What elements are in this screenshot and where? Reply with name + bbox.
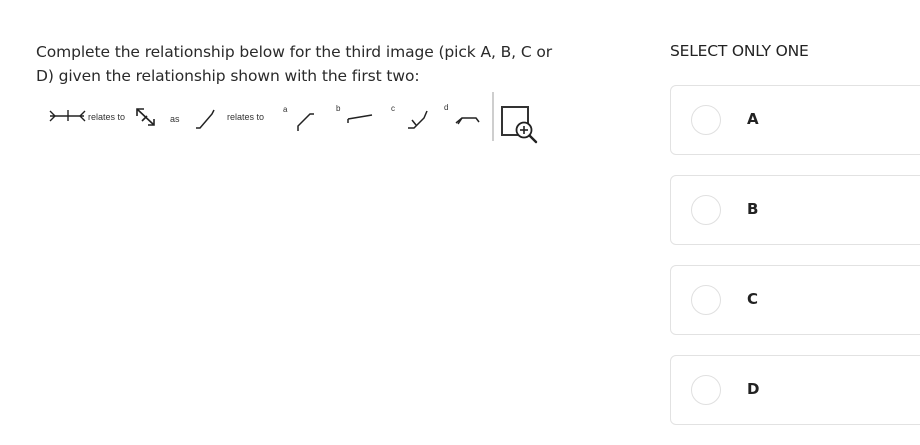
radio-circle[interactable] bbox=[691, 195, 721, 225]
zoom-in-icon bbox=[492, 92, 538, 144]
relates-to-label-2: relates to bbox=[227, 112, 264, 122]
choice-figure-d bbox=[455, 117, 480, 125]
option-c[interactable]: C bbox=[670, 265, 920, 335]
choice-letter-a: a bbox=[283, 105, 288, 114]
radio-circle[interactable] bbox=[691, 285, 721, 315]
option-label: A bbox=[747, 110, 759, 128]
choice-figure-b bbox=[347, 114, 373, 123]
relates-to-label-1: relates to bbox=[88, 112, 125, 122]
question-text: Complete the relationship below for the … bbox=[36, 43, 553, 85]
zoom-button[interactable] bbox=[490, 89, 542, 147]
option-d[interactable]: D bbox=[670, 355, 920, 425]
choice-letter-d: d bbox=[444, 103, 448, 112]
choice-letter-c: c bbox=[391, 104, 395, 113]
figure-1 bbox=[49, 110, 86, 122]
radio-circle[interactable] bbox=[691, 375, 721, 405]
option-label: B bbox=[747, 200, 759, 218]
option-a[interactable]: A bbox=[670, 85, 920, 155]
as-label: as bbox=[170, 114, 180, 124]
choice-figure-c bbox=[408, 110, 428, 129]
select-heading: SELECT ONLY ONE bbox=[670, 42, 809, 60]
option-b[interactable]: B bbox=[670, 175, 920, 245]
radio-circle[interactable] bbox=[691, 105, 721, 135]
puzzle-image: relates to as relates to a b c d bbox=[46, 98, 546, 148]
option-label: C bbox=[747, 290, 759, 308]
choice-letter-b: b bbox=[336, 104, 341, 113]
choice-figure-a bbox=[297, 113, 314, 131]
figure-3 bbox=[196, 109, 215, 129]
figure-2 bbox=[136, 108, 155, 126]
option-label: D bbox=[747, 380, 760, 398]
